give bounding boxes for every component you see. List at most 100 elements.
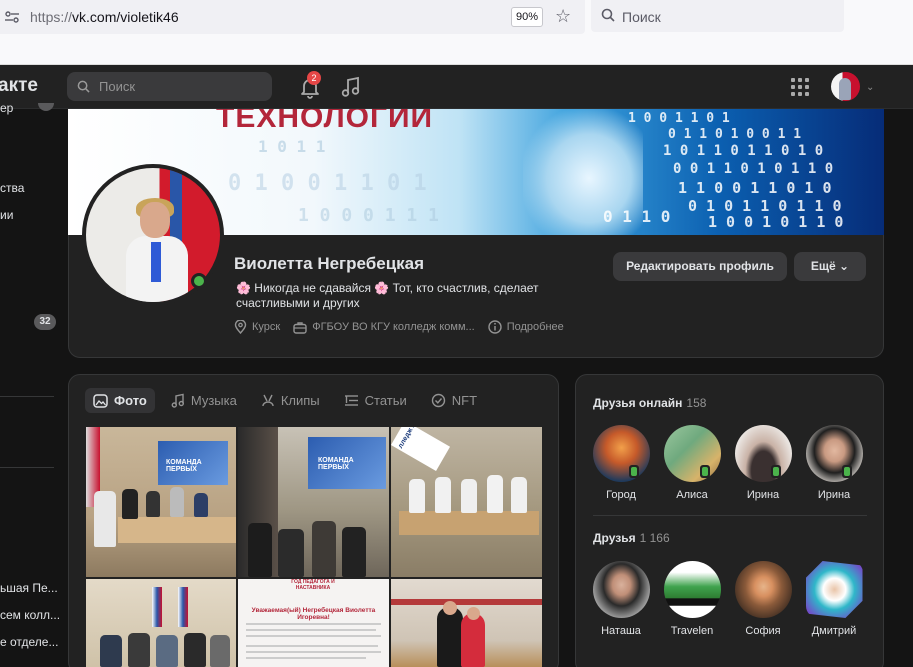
site-info-icon[interactable]	[4, 9, 20, 25]
vk-search-placeholder: Поиск	[99, 79, 136, 94]
browser-search-placeholder: Поиск	[622, 9, 661, 25]
star-icon[interactable]: ☆	[555, 6, 571, 27]
online-status-dot	[191, 273, 207, 289]
sidebar-item[interactable]: ии	[0, 208, 13, 222]
friend-name: Ирина	[746, 489, 780, 501]
friend-item[interactable]: Наташа	[586, 561, 656, 637]
cover-binary: 1 0 0 0 1 1 1	[298, 205, 439, 226]
address-bar[interactable]: https://vk.com/violetik46 90% ☆	[0, 0, 585, 34]
url-text[interactable]: https://vk.com/violetik46	[30, 9, 179, 25]
sidebar-group-item[interactable]: е отделе...	[0, 635, 58, 649]
photo-thumbnail[interactable]: ГОД ПЕДАГОГА И НАСТАВНИКА Уважаемая(ый) …	[238, 579, 389, 667]
mobile-online-icon	[629, 465, 639, 478]
friend-name: Алиса	[676, 489, 708, 501]
friend-online-item[interactable]: Алиса	[657, 425, 727, 501]
friend-item[interactable]: Travelen	[657, 561, 727, 637]
friend-name: Ирина	[817, 489, 851, 501]
friend-name: Наташа	[601, 625, 641, 637]
cover-binary: 0 1 0 0 1 1 0 1	[228, 171, 427, 196]
cover-binary: 1 0 0 1 0 1 1 0	[708, 213, 844, 231]
status-text-part: Никогда не сдавайся	[254, 281, 371, 295]
sidebar-count-badge: 32	[34, 314, 56, 330]
friend-name: Travelen	[670, 625, 714, 637]
friend-avatar	[734, 561, 792, 618]
cover-binary: 1 1 0 0 1 1 0 1 0	[678, 179, 832, 197]
friends-divider	[593, 515, 867, 516]
friends-title[interactable]: Друзья 1 166	[593, 531, 670, 545]
vk-logo[interactable]: акте	[0, 75, 38, 97]
music-icon	[171, 393, 184, 408]
chevron-down-icon[interactable]: ⌄	[866, 82, 874, 93]
browser-search-box[interactable]: Поиск	[591, 0, 844, 32]
profile-work[interactable]: ФГБОУ ВО КГУ колледж комм...	[293, 321, 475, 334]
friend-avatar	[734, 425, 792, 482]
vk-search-input[interactable]: Поиск	[67, 72, 272, 101]
photo-thumbnail[interactable]: лледж КГУ	[391, 427, 542, 577]
friend-avatar	[805, 425, 863, 482]
friend-avatar	[805, 561, 863, 618]
profile-status[interactable]: 🌸 Никогда не сдавайся 🌸 Тот, кто счастли…	[236, 281, 546, 311]
clips-icon	[262, 394, 274, 407]
music-icon[interactable]	[341, 76, 361, 98]
sidebar-badge	[38, 103, 54, 111]
sidebar-item[interactable]: ства	[0, 181, 24, 195]
friend-online-item[interactable]: Ирина	[728, 425, 798, 501]
photo-thumbnail[interactable]	[86, 579, 236, 667]
tab-music[interactable]: Музыка	[163, 388, 245, 413]
screen-label: КОМАНДА ПЕРВЫХ	[166, 459, 202, 473]
screen-label: КОМАНДА ПЕРВЫХ	[318, 457, 354, 471]
friend-item[interactable]: София	[728, 561, 798, 637]
friend-avatar	[663, 425, 721, 482]
edit-profile-button[interactable]: Редактировать профиль	[613, 252, 787, 281]
sidebar-divider	[0, 396, 54, 397]
photo-thumbnail[interactable]: КОМАНДА ПЕРВЫХ	[238, 427, 389, 577]
friends-online-count: 158	[686, 396, 707, 410]
flower-emoji: 🌸	[236, 281, 251, 295]
cover-binary: 1 0 0 1 1 0 1	[628, 111, 730, 126]
profile-more-info[interactable]: Подробнее	[488, 320, 564, 334]
profile-city[interactable]: Курск	[234, 320, 280, 334]
friend-avatar	[592, 561, 650, 618]
poster-greeting: Уважаемая(ый) Негребецкая Виолетта Игоре…	[251, 607, 376, 621]
search-icon	[601, 8, 615, 22]
tab-clips[interactable]: Клипы	[253, 388, 328, 413]
profile-name: Виолетта Негребецкая	[234, 254, 425, 273]
cover-binary: 1 0 1 1 0 1 1 0 1 0	[663, 143, 824, 159]
tab-nft[interactable]: NFT	[423, 388, 485, 413]
sidebar-group-item[interactable]: сем колл...	[0, 608, 60, 622]
mobile-online-icon	[842, 465, 852, 478]
friend-online-item[interactable]: Город	[586, 425, 656, 501]
photo-thumbnail[interactable]	[391, 579, 542, 667]
banner-label: лледж КГУ	[397, 427, 422, 450]
apps-grid-icon[interactable]	[791, 78, 809, 96]
user-avatar[interactable]	[831, 72, 860, 101]
friend-item[interactable]: Дмитрий	[799, 561, 869, 637]
cover-binary: 0 0 1 1 0 1 0 1 1 0	[673, 161, 834, 177]
poster-header: ГОД ПЕДАГОГА И НАСТАВНИКА	[278, 579, 348, 597]
friend-avatar	[592, 425, 650, 482]
tab-photos[interactable]: Фото	[85, 388, 155, 413]
media-tabs: Фото Музыка Клипы Статьи NFT	[85, 388, 493, 413]
photo-thumbnail[interactable]: КОМАНДА ПЕРВЫХ	[86, 427, 236, 577]
articles-icon	[344, 395, 358, 406]
cover-title: ТЕХНОЛОГИИ	[216, 109, 434, 134]
friend-online-item[interactable]: Ирина	[799, 425, 869, 501]
zoom-indicator[interactable]: 90%	[511, 7, 543, 27]
left-sidebar: ер ства ии 32 ьшая Пе... сем колл... е о…	[0, 101, 60, 667]
tab-articles[interactable]: Статьи	[336, 388, 415, 413]
friends-online-title[interactable]: Друзья онлайн 158	[593, 396, 706, 410]
sidebar-item[interactable]: ер	[0, 101, 13, 115]
nft-icon	[431, 393, 445, 408]
cover-binary: 0 1 1 0	[603, 207, 671, 226]
browser-toolbar: https://vk.com/violetik46 90% ☆ Поиск	[0, 0, 913, 65]
briefcase-icon	[293, 321, 307, 334]
friend-name: Город	[606, 489, 636, 501]
chevron-down-icon: ⌄	[839, 259, 850, 273]
mobile-online-icon	[771, 465, 781, 478]
more-button[interactable]: Ещё ⌄	[794, 252, 866, 281]
vk-header: акте Поиск 2 ⌄	[0, 65, 913, 109]
cover-binary: 0 1 1 0 1 0 0 1 1	[668, 127, 802, 142]
location-pin-icon	[234, 320, 247, 334]
friend-name: София	[745, 625, 781, 637]
sidebar-group-item[interactable]: ьшая Пе...	[0, 581, 58, 595]
